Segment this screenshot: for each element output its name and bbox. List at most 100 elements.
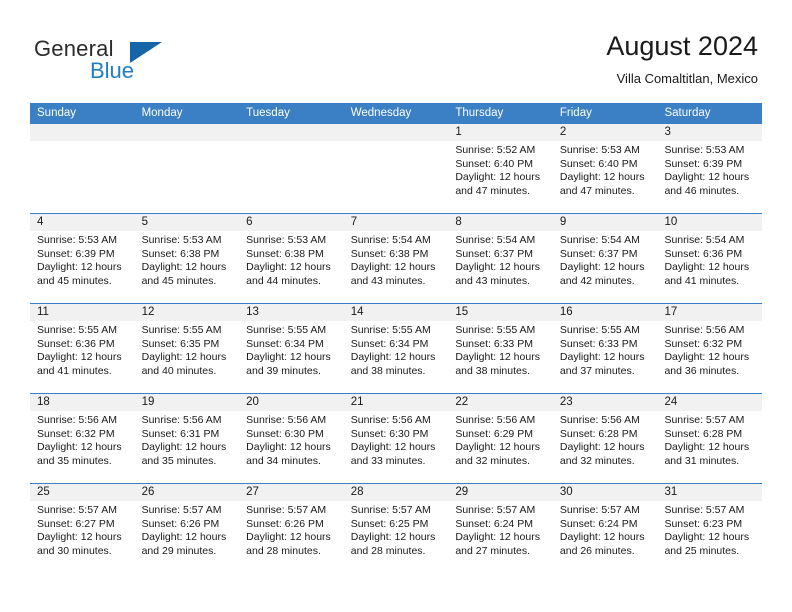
weekday-header-friday: Friday xyxy=(559,107,592,119)
day-info: Sunrise: 5:55 AM Sunset: 6:34 PM Dayligh… xyxy=(344,321,449,378)
day-cell[interactable]: 16 Sunrise: 5:55 AM Sunset: 6:33 PM Dayl… xyxy=(552,304,658,393)
day-cell[interactable]: 5 Sunrise: 5:53 AM Sunset: 6:38 PM Dayli… xyxy=(134,214,240,303)
day-cell[interactable]: 11 Sunrise: 5:55 AM Sunset: 6:36 PM Dayl… xyxy=(30,304,135,393)
day-number: 20 xyxy=(239,394,344,411)
day-number: 6 xyxy=(239,214,344,231)
day-cell[interactable] xyxy=(343,124,449,213)
day-info: Sunrise: 5:52 AM Sunset: 6:40 PM Dayligh… xyxy=(448,141,553,198)
day-cell[interactable]: 27 Sunrise: 5:57 AM Sunset: 6:26 PM Dayl… xyxy=(239,484,344,573)
day-cell[interactable]: 21 Sunrise: 5:56 AM Sunset: 6:30 PM Dayl… xyxy=(343,394,449,483)
sunset-text: Sunset: 6:32 PM xyxy=(37,427,115,440)
day-cell[interactable]: 24 Sunrise: 5:57 AM Sunset: 6:28 PM Dayl… xyxy=(657,394,763,483)
sunrise-text: Sunrise: 5:54 AM xyxy=(559,234,640,246)
sunset-text: Sunset: 6:33 PM xyxy=(455,337,533,350)
calendar-grid: Sunday Monday Tuesday Wednesday Thursday… xyxy=(30,103,763,573)
daylight-text-line2: and 44 minutes. xyxy=(246,274,321,287)
brand-logo[interactable]: General Blue xyxy=(34,36,214,86)
day-cell[interactable]: 13 Sunrise: 5:55 AM Sunset: 6:34 PM Dayl… xyxy=(239,304,344,393)
title-block: August 2024 Villa Comaltitlan, Mexico xyxy=(606,30,758,86)
daylight-text-line1: Daylight: 12 hours xyxy=(664,261,750,274)
sunset-text: Sunset: 6:30 PM xyxy=(246,427,324,440)
day-info: Sunrise: 5:56 AM Sunset: 6:32 PM Dayligh… xyxy=(657,321,762,378)
day-cell[interactable]: 3 Sunrise: 5:53 AM Sunset: 6:39 PM Dayli… xyxy=(657,124,763,213)
day-cell[interactable]: 28 Sunrise: 5:57 AM Sunset: 6:25 PM Dayl… xyxy=(343,484,449,573)
day-cell[interactable] xyxy=(30,124,135,213)
day-info: Sunrise: 5:56 AM Sunset: 6:28 PM Dayligh… xyxy=(553,411,658,468)
sunset-text: Sunset: 6:39 PM xyxy=(664,157,743,170)
day-info: Sunrise: 5:54 AM Sunset: 6:36 PM Dayligh… xyxy=(657,231,762,288)
day-info: Sunrise: 5:53 AM Sunset: 6:38 PM Dayligh… xyxy=(135,231,240,288)
day-number: 17 xyxy=(657,304,763,321)
sunrise-text: Sunrise: 5:55 AM xyxy=(246,324,327,336)
daylight-text-line2: and 36 minutes. xyxy=(664,364,740,377)
day-cell[interactable]: 29 Sunrise: 5:57 AM Sunset: 6:24 PM Dayl… xyxy=(448,484,553,573)
sunrise-text: Sunrise: 5:55 AM xyxy=(455,324,536,336)
sunset-text: Sunset: 6:28 PM xyxy=(664,427,743,440)
sunrise-text: Sunrise: 5:57 AM xyxy=(37,504,117,516)
day-cell[interactable]: 6 Sunrise: 5:53 AM Sunset: 6:38 PM Dayli… xyxy=(239,214,344,303)
day-cell[interactable]: 19 Sunrise: 5:56 AM Sunset: 6:31 PM Dayl… xyxy=(134,394,240,483)
day-number: 28 xyxy=(343,484,449,501)
day-cell[interactable]: 14 Sunrise: 5:55 AM Sunset: 6:34 PM Dayl… xyxy=(343,304,449,393)
sunset-text: Sunset: 6:34 PM xyxy=(246,337,324,350)
day-cell[interactable]: 2 Sunrise: 5:53 AM Sunset: 6:40 PM Dayli… xyxy=(552,124,658,213)
day-cell[interactable]: 30 Sunrise: 5:57 AM Sunset: 6:24 PM Dayl… xyxy=(552,484,658,573)
day-cell[interactable]: 4 Sunrise: 5:53 AM Sunset: 6:39 PM Dayli… xyxy=(30,214,135,303)
day-number: 23 xyxy=(552,394,658,411)
sunrise-text: Sunrise: 5:56 AM xyxy=(559,414,640,426)
day-cell[interactable]: 31 Sunrise: 5:57 AM Sunset: 6:23 PM Dayl… xyxy=(657,484,763,573)
day-info: Sunrise: 5:55 AM Sunset: 6:36 PM Dayligh… xyxy=(30,321,135,378)
daylight-text-line2: and 30 minutes. xyxy=(37,544,112,557)
day-number xyxy=(134,124,240,141)
day-number: 31 xyxy=(657,484,763,501)
day-cell[interactable]: 10 Sunrise: 5:54 AM Sunset: 6:36 PM Dayl… xyxy=(657,214,763,303)
daylight-text-line1: Daylight: 12 hours xyxy=(559,441,645,454)
week-row: 11 Sunrise: 5:55 AM Sunset: 6:36 PM Dayl… xyxy=(30,303,763,393)
daylight-text-line1: Daylight: 12 hours xyxy=(350,441,436,454)
day-cell[interactable]: 12 Sunrise: 5:55 AM Sunset: 6:35 PM Dayl… xyxy=(134,304,240,393)
daylight-text-line1: Daylight: 12 hours xyxy=(141,531,227,544)
day-cell[interactable] xyxy=(239,124,344,213)
sunset-text: Sunset: 6:35 PM xyxy=(141,337,220,350)
sunset-text: Sunset: 6:32 PM xyxy=(664,337,743,350)
day-cell[interactable]: 23 Sunrise: 5:56 AM Sunset: 6:28 PM Dayl… xyxy=(552,394,658,483)
day-cell[interactable]: 1 Sunrise: 5:52 AM Sunset: 6:40 PM Dayli… xyxy=(448,124,553,213)
weekday-header-row: Sunday Monday Tuesday Wednesday Thursday… xyxy=(30,103,762,124)
daylight-text-line1: Daylight: 12 hours xyxy=(559,171,645,184)
day-info: Sunrise: 5:55 AM Sunset: 6:35 PM Dayligh… xyxy=(135,321,240,378)
daylight-text-line1: Daylight: 12 hours xyxy=(37,441,122,454)
day-cell[interactable]: 26 Sunrise: 5:57 AM Sunset: 6:26 PM Dayl… xyxy=(134,484,240,573)
daylight-text-line2: and 28 minutes. xyxy=(350,544,426,557)
sunset-text: Sunset: 6:37 PM xyxy=(559,247,638,260)
day-number: 15 xyxy=(448,304,553,321)
day-cell[interactable]: 25 Sunrise: 5:57 AM Sunset: 6:27 PM Dayl… xyxy=(30,484,135,573)
day-cell[interactable]: 20 Sunrise: 5:56 AM Sunset: 6:30 PM Dayl… xyxy=(239,394,344,483)
daylight-text-line2: and 33 minutes. xyxy=(350,454,426,467)
daylight-text-line1: Daylight: 12 hours xyxy=(664,351,750,364)
brand-name-blue: Blue xyxy=(90,58,135,83)
day-info xyxy=(30,141,135,144)
day-cell[interactable]: 17 Sunrise: 5:56 AM Sunset: 6:32 PM Dayl… xyxy=(657,304,763,393)
day-cell[interactable]: 9 Sunrise: 5:54 AM Sunset: 6:37 PM Dayli… xyxy=(552,214,658,303)
sunrise-text: Sunrise: 5:57 AM xyxy=(559,504,640,516)
day-cell[interactable] xyxy=(134,124,240,213)
daylight-text-line1: Daylight: 12 hours xyxy=(455,531,540,544)
day-cell[interactable]: 15 Sunrise: 5:55 AM Sunset: 6:33 PM Dayl… xyxy=(448,304,553,393)
day-number: 13 xyxy=(239,304,344,321)
weekday-header-thursday: Thursday xyxy=(455,107,504,119)
daylight-text-line1: Daylight: 12 hours xyxy=(37,531,122,544)
day-cell[interactable]: 8 Sunrise: 5:54 AM Sunset: 6:37 PM Dayli… xyxy=(448,214,553,303)
day-cell[interactable]: 22 Sunrise: 5:56 AM Sunset: 6:29 PM Dayl… xyxy=(448,394,553,483)
sunrise-text: Sunrise: 5:57 AM xyxy=(246,504,327,516)
sunset-text: Sunset: 6:38 PM xyxy=(246,247,324,260)
daylight-text-line2: and 32 minutes. xyxy=(455,454,531,467)
day-info: Sunrise: 5:54 AM Sunset: 6:38 PM Dayligh… xyxy=(344,231,449,288)
day-cell[interactable]: 18 Sunrise: 5:56 AM Sunset: 6:32 PM Dayl… xyxy=(30,394,135,483)
day-info xyxy=(135,141,240,144)
day-cell[interactable]: 7 Sunrise: 5:54 AM Sunset: 6:38 PM Dayli… xyxy=(343,214,449,303)
day-info: Sunrise: 5:56 AM Sunset: 6:32 PM Dayligh… xyxy=(30,411,135,468)
day-info: Sunrise: 5:56 AM Sunset: 6:30 PM Dayligh… xyxy=(344,411,449,468)
day-info: Sunrise: 5:57 AM Sunset: 6:26 PM Dayligh… xyxy=(135,501,240,558)
daylight-text-line2: and 39 minutes. xyxy=(246,364,321,377)
day-number: 5 xyxy=(134,214,240,231)
